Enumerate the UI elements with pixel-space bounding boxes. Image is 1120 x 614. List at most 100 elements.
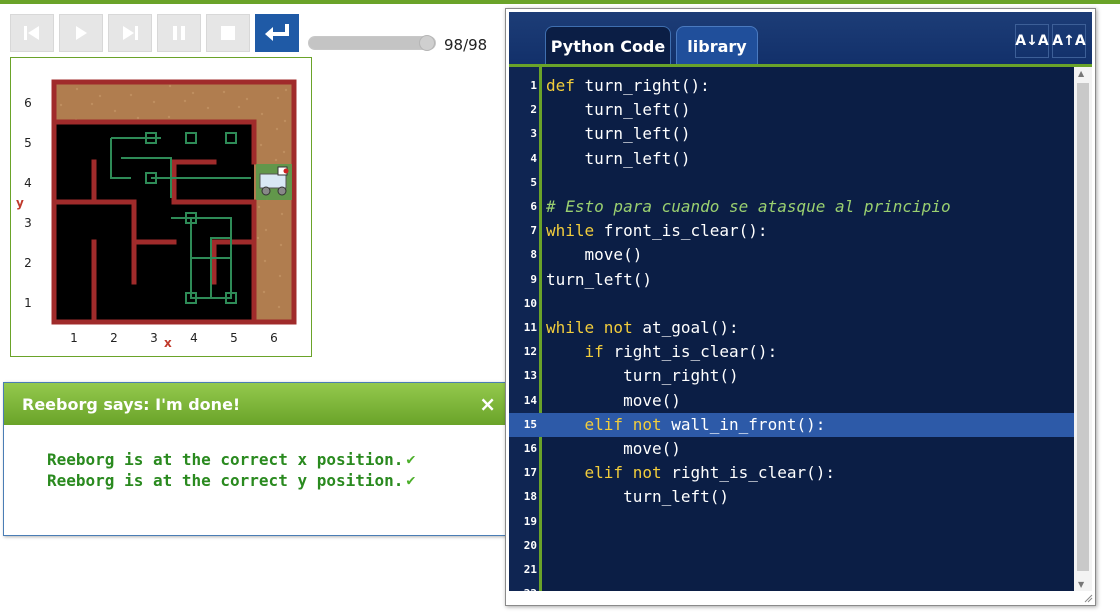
line-number: 10 xyxy=(523,296,537,310)
robot-part xyxy=(259,173,287,189)
editor-scrollbar[interactable]: ▲ ▼ xyxy=(1074,67,1092,591)
check-icon: ✔ xyxy=(406,471,416,489)
scroll-down-icon[interactable]: ▼ xyxy=(1078,580,1084,589)
decrease-font-button[interactable]: A↓A xyxy=(1015,24,1049,58)
ground-texture xyxy=(260,112,264,116)
code-line[interactable]: 3 turn_left() xyxy=(509,122,1074,146)
code-token: turn_right() xyxy=(546,366,739,386)
ground-texture xyxy=(75,87,79,91)
code-line[interactable]: 9 turn_left() xyxy=(509,268,1074,292)
ground-texture xyxy=(168,84,172,88)
code-line[interactable]: 18 turn_left() xyxy=(509,485,1074,509)
code-line[interactable]: 15 elif not wall_in_front(): xyxy=(509,412,1074,437)
code-line[interactable]: 20 xyxy=(509,534,1074,558)
line-number: 2 xyxy=(530,103,537,117)
code-keyword: def xyxy=(546,76,585,95)
line-number: 21 xyxy=(523,563,537,576)
code-token: front_is_clear(): xyxy=(603,221,768,241)
code-line[interactable]: 17 elif not right_is_clear(): xyxy=(509,461,1074,485)
code-text: turn_left() xyxy=(546,147,691,171)
ground-texture xyxy=(280,212,284,216)
ground-texture xyxy=(98,94,102,98)
code-editor[interactable]: 1 def turn_right(): 2 turn_left() 3 turn_le… xyxy=(509,67,1074,591)
code-token: at_goal(): xyxy=(642,318,739,337)
step-slider-fill xyxy=(309,37,435,49)
ground-texture xyxy=(279,243,283,247)
code-text: turn_left() xyxy=(546,268,652,292)
stop-icon xyxy=(221,26,235,40)
pause-button[interactable] xyxy=(157,14,201,52)
stop-button[interactable] xyxy=(206,14,250,52)
code-line[interactable]: 6 # Esto para cuando se atasque al princi… xyxy=(509,195,1074,219)
code-text: turn_right() xyxy=(546,364,739,388)
code-token: turn_left() xyxy=(546,100,691,120)
dialog-title: Reeborg says: I'm done! xyxy=(22,395,241,414)
line-number: 20 xyxy=(523,538,537,552)
code-text: while front_is_clear(): xyxy=(546,219,768,243)
code-line[interactable]: 11 while not at_goal(): xyxy=(509,316,1074,340)
y-tick-label: 6 xyxy=(24,96,32,110)
ground-texture xyxy=(274,158,278,162)
dialog-body: Reeborg is at the correct x position. ✔ R… xyxy=(4,425,506,491)
code-keyword: elif xyxy=(584,414,633,434)
code-line[interactable]: 1 def turn_right(): xyxy=(509,74,1074,98)
step-button[interactable] xyxy=(108,14,152,52)
message-text: Reeborg is at the correct x position. xyxy=(47,450,404,469)
code-line[interactable]: 4 turn_left() xyxy=(509,147,1074,171)
code-keyword: if xyxy=(584,342,614,362)
robot-part xyxy=(277,186,287,196)
skip-forward-icon xyxy=(123,26,138,40)
return-icon xyxy=(265,24,289,41)
ground-texture xyxy=(259,143,263,147)
line-number: 7 xyxy=(530,224,537,238)
scrollbar-thumb[interactable] xyxy=(1077,83,1089,571)
code-line[interactable]: 19 xyxy=(509,510,1074,534)
resize-handle-icon[interactable] xyxy=(1083,593,1093,603)
step-slider-thumb[interactable] xyxy=(419,35,435,51)
code-text: def turn_right(): xyxy=(546,74,710,98)
maze-floor xyxy=(54,122,254,322)
code-line[interactable]: 5 xyxy=(509,171,1074,195)
code-keyword: elif xyxy=(584,463,633,483)
code-line[interactable]: 21 xyxy=(509,558,1074,582)
code-token: turn_left() xyxy=(546,124,691,144)
tab-python-code[interactable]: Python Code xyxy=(545,26,671,65)
code-text: turn_left() xyxy=(546,485,729,509)
code-line[interactable]: 13 turn_right() xyxy=(509,364,1074,388)
ground-texture xyxy=(129,93,133,97)
code-token: move() xyxy=(546,439,681,458)
code-line[interactable]: 22 xyxy=(509,582,1074,591)
ground-texture xyxy=(278,274,282,278)
ground-texture xyxy=(262,290,266,294)
reverse-step-button[interactable] xyxy=(10,14,54,52)
step-slider[interactable] xyxy=(308,35,436,51)
code-line[interactable]: 10 xyxy=(509,292,1074,316)
ground-texture xyxy=(206,106,210,110)
world-panel: 6 5 4 3 2 1 1 2 3 4 5 6 x y xyxy=(10,57,312,357)
code-line[interactable]: 12 if right_is_clear(): xyxy=(509,340,1074,364)
scroll-up-icon[interactable]: ▲ xyxy=(1078,69,1084,78)
x-tick-label: 1 xyxy=(70,331,78,345)
ground-texture xyxy=(283,119,287,123)
code-line[interactable]: 2 turn_left() xyxy=(509,98,1074,122)
line-number: 17 xyxy=(523,466,537,480)
close-icon[interactable]: × xyxy=(479,392,496,416)
code-token: turn_left() xyxy=(546,269,652,289)
tab-library[interactable]: library xyxy=(676,26,758,65)
x-tick-label: 2 xyxy=(110,331,118,345)
code-line[interactable]: 7 while front_is_clear(): xyxy=(509,219,1074,243)
ground-texture xyxy=(284,88,288,92)
app-root: 98/98 654321123456xy Reeborg says: I'm d… xyxy=(0,0,1120,614)
code-text: elif not right_is_clear(): xyxy=(546,461,835,485)
code-text: move() xyxy=(546,389,681,413)
reload-button[interactable] xyxy=(255,14,299,52)
play-icon xyxy=(76,26,87,40)
run-button[interactable] xyxy=(59,14,103,52)
code-line[interactable]: 8 move() xyxy=(509,243,1074,267)
code-line[interactable]: 14 move() xyxy=(509,389,1074,413)
code-line[interactable]: 16 move() xyxy=(509,437,1074,461)
code-text: turn_left() xyxy=(546,98,691,122)
increase-font-button[interactable]: A↑A xyxy=(1052,24,1086,58)
